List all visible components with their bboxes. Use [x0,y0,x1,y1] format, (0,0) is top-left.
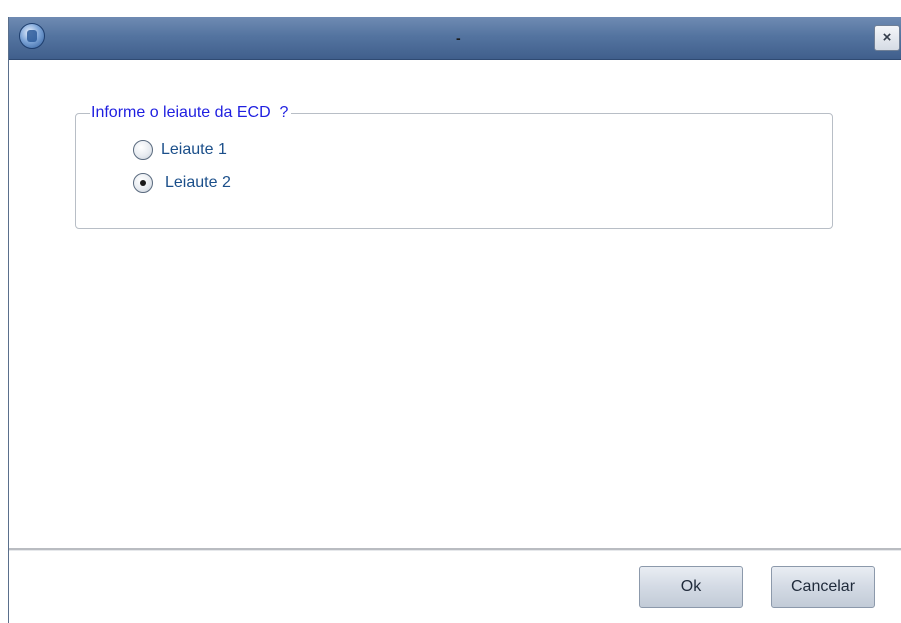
radio-button-checked[interactable] [133,173,153,193]
group-legend: Informe o leiaute da ECD ? [90,103,292,123]
app-logo-icon [19,23,45,49]
close-icon: × [882,29,892,46]
window-title: - [456,30,461,46]
radio-label: Leiaute 2 [165,174,231,191]
title-bar[interactable]: - × [9,17,901,60]
cancel-button[interactable]: Cancelar [771,566,875,608]
radio-button-unchecked[interactable] [133,140,153,160]
radio-label: Leiaute 1 [161,141,227,158]
close-button[interactable]: × [874,25,900,51]
footer-divider [9,548,901,551]
dialog-window: - × Informe o leiaute da ECD ? Leiaute 1… [8,17,901,623]
ok-button[interactable]: Ok [639,566,743,608]
layout-option-group: Informe o leiaute da ECD ? Leiaute 1 Lei… [75,103,833,229]
